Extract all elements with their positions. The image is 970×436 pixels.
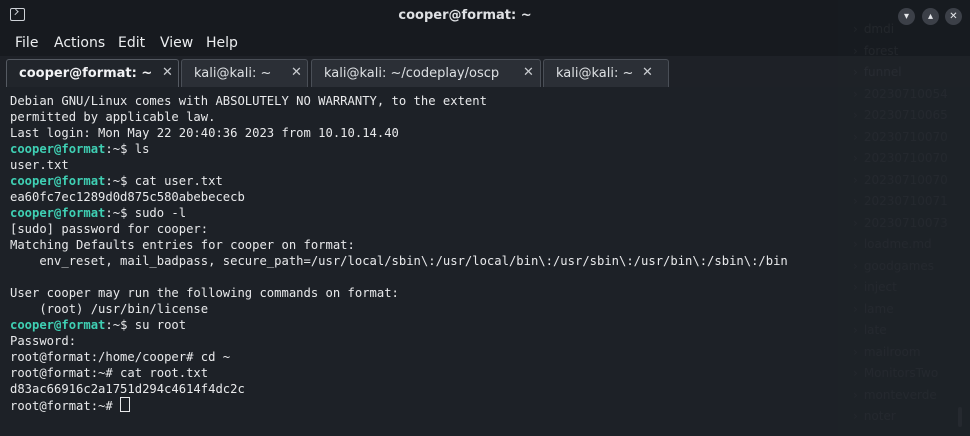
prompt-user-host: cooper@format — [10, 318, 106, 332]
output-text: Password: — [10, 334, 77, 348]
tab-label: kali@kali: ~ — [556, 66, 634, 81]
output-text: permitted by applicable law. — [10, 110, 216, 124]
prompt-user-host: cooper@format — [10, 142, 106, 156]
menu-view[interactable]: View — [160, 35, 193, 51]
command-text: ls — [134, 142, 150, 156]
text-cursor — [120, 397, 131, 412]
prompt-path: :~$ — [105, 174, 135, 188]
menu-actions[interactable]: Actions — [54, 35, 105, 51]
terminal-line: permitted by applicable law. — [10, 109, 788, 125]
terminal-line: cooper@format:~$ sudo -l — [10, 205, 788, 221]
tab-close-icon[interactable]: ✕ — [642, 65, 653, 80]
output-text: [sudo] password for cooper: — [10, 222, 209, 236]
tab-label: cooper@format: ~ — [19, 66, 153, 81]
terminal-lines: Debian GNU/Linux comes with ABSOLUTELY N… — [10, 93, 788, 413]
terminal-window: cooper@format: ~ ▾ ▴ ✕ File Actions Edit… — [0, 0, 970, 436]
tab-label: kali@kali: ~ — [194, 66, 272, 81]
command-text: cat user.txt — [134, 174, 223, 188]
output-text: Last login: Mon May 22 20:40:36 2023 fro… — [10, 126, 399, 140]
tab-label: kali@kali: ~/codeplay/oscp — [324, 66, 500, 81]
menu-edit[interactable]: Edit — [118, 35, 145, 51]
output-text: root@format:~# cat root.txt — [10, 366, 209, 380]
terminal-line: Debian GNU/Linux comes with ABSOLUTELY N… — [10, 93, 788, 109]
prompt-user-host: cooper@format — [10, 174, 106, 188]
window-title: cooper@format: ~ — [398, 8, 532, 23]
output-text: Matching Defaults entries for cooper on … — [10, 238, 355, 252]
terminal-line: (root) /usr/bin/license — [10, 301, 788, 317]
tab-close-icon[interactable]: ✕ — [523, 65, 534, 80]
terminal-line: d83ac66916c2a1751d294c4614f4dc2c — [10, 381, 788, 397]
tab-kali-home[interactable]: kali@kali: ~ ✕ — [181, 59, 308, 87]
terminal-line: cooper@format:~$ ls — [10, 141, 788, 157]
tab-close-icon[interactable]: ✕ — [162, 65, 173, 80]
command-text: sudo -l — [134, 206, 187, 220]
output-text: user.txt — [10, 158, 69, 172]
maximize-button[interactable]: ▴ — [922, 8, 939, 25]
terminal-line: root@format:~# — [10, 397, 788, 413]
close-icon: ✕ — [949, 11, 958, 22]
terminal-line: root@format:/home/cooper# cd ~ — [10, 349, 788, 365]
output-text: root@format:~# — [10, 399, 121, 413]
terminal-line: cooper@format:~$ cat user.txt — [10, 173, 788, 189]
output-text: ea60fc7ec1289d0d875c580abebececb — [10, 190, 245, 204]
minimize-icon: ▾ — [903, 11, 910, 22]
tab-bar: cooper@format: ~ ✕ kali@kali: ~ ✕ kali@k… — [0, 56, 970, 87]
title-bar[interactable]: cooper@format: ~ ▾ ▴ ✕ — [0, 0, 970, 32]
terminal-line: Last login: Mon May 22 20:40:36 2023 fro… — [10, 125, 788, 141]
output-text: d83ac66916c2a1751d294c4614f4dc2c — [10, 382, 245, 396]
terminal-line: Matching Defaults entries for cooper on … — [10, 237, 788, 253]
terminal-line: [sudo] password for cooper: — [10, 221, 788, 237]
output-text: root@format:/home/cooper# cd ~ — [10, 350, 231, 364]
prompt-user-host: cooper@format — [10, 206, 106, 220]
tab-close-icon[interactable]: ✕ — [291, 65, 302, 80]
terminal-line: Password: — [10, 333, 788, 349]
prompt-path: :~$ — [105, 318, 135, 332]
menu-help[interactable]: Help — [206, 35, 238, 51]
menu-file[interactable]: File — [15, 35, 38, 51]
output-text: env_reset, mail_badpass, secure_path=/us… — [10, 254, 788, 268]
close-button[interactable]: ✕ — [945, 8, 962, 25]
prompt-path: :~$ — [105, 142, 135, 156]
terminal-output[interactable]: Debian GNU/Linux comes with ABSOLUTELY N… — [0, 87, 970, 436]
terminal-line: User cooper may run the following comman… — [10, 285, 788, 301]
tab-kali-oscp[interactable]: kali@kali: ~/codeplay/oscp ✕ — [311, 59, 541, 87]
command-text: su root — [134, 318, 187, 332]
menu-bar: File Actions Edit View Help — [0, 32, 970, 56]
minimize-button[interactable]: ▾ — [898, 8, 915, 25]
terminal-line: ea60fc7ec1289d0d875c580abebececb — [10, 189, 788, 205]
terminal-line: cooper@format:~$ su root — [10, 317, 788, 333]
terminal-line: env_reset, mail_badpass, secure_path=/us… — [10, 253, 788, 269]
output-text: User cooper may run the following comman… — [10, 286, 399, 300]
prompt-path: :~$ — [105, 206, 135, 220]
maximize-icon: ▴ — [927, 11, 934, 22]
output-text: Debian GNU/Linux comes with ABSOLUTELY N… — [10, 94, 487, 108]
terminal-line: user.txt — [10, 157, 788, 173]
output-text: (root) /usr/bin/license — [10, 302, 209, 316]
tab-cooper-format[interactable]: cooper@format: ~ ✕ — [6, 59, 179, 87]
terminal-line: root@format:~# cat root.txt — [10, 365, 788, 381]
tab-kali-home-2[interactable]: kali@kali: ~ ✕ — [543, 59, 669, 87]
